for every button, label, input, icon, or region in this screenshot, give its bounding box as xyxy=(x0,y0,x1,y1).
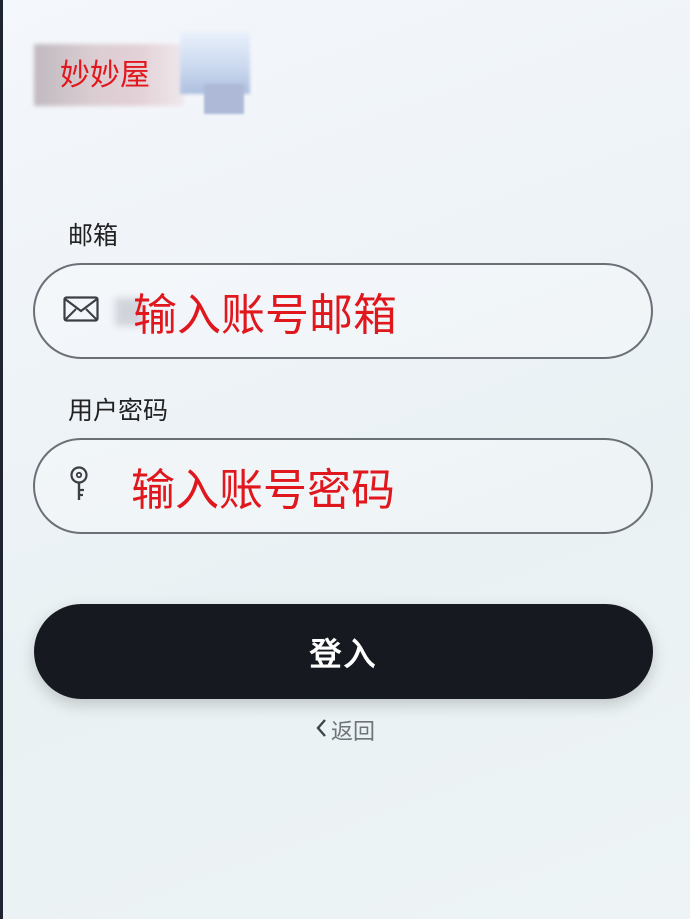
key-icon xyxy=(67,466,91,506)
email-label: 邮箱 xyxy=(68,221,119,250)
back-link[interactable]: 返回 xyxy=(0,714,690,746)
brand-header: 妙妙屋 xyxy=(30,28,260,114)
login-button[interactable]: 登入 xyxy=(34,604,653,699)
chevron-left-icon xyxy=(315,716,327,744)
email-field[interactable]: 输入账号邮箱 xyxy=(33,263,653,359)
password-label: 用户密码 xyxy=(68,396,169,425)
mail-icon xyxy=(63,296,99,326)
brand-label: 妙妙屋 xyxy=(60,58,150,93)
password-placeholder: 输入账号密码 xyxy=(131,465,395,516)
back-label: 返回 xyxy=(330,720,375,745)
window-edge xyxy=(0,0,3,919)
email-placeholder: 输入账号邮箱 xyxy=(133,290,397,341)
password-field[interactable]: 输入账号密码 xyxy=(33,438,653,534)
blurred-image-fragment xyxy=(204,84,244,114)
